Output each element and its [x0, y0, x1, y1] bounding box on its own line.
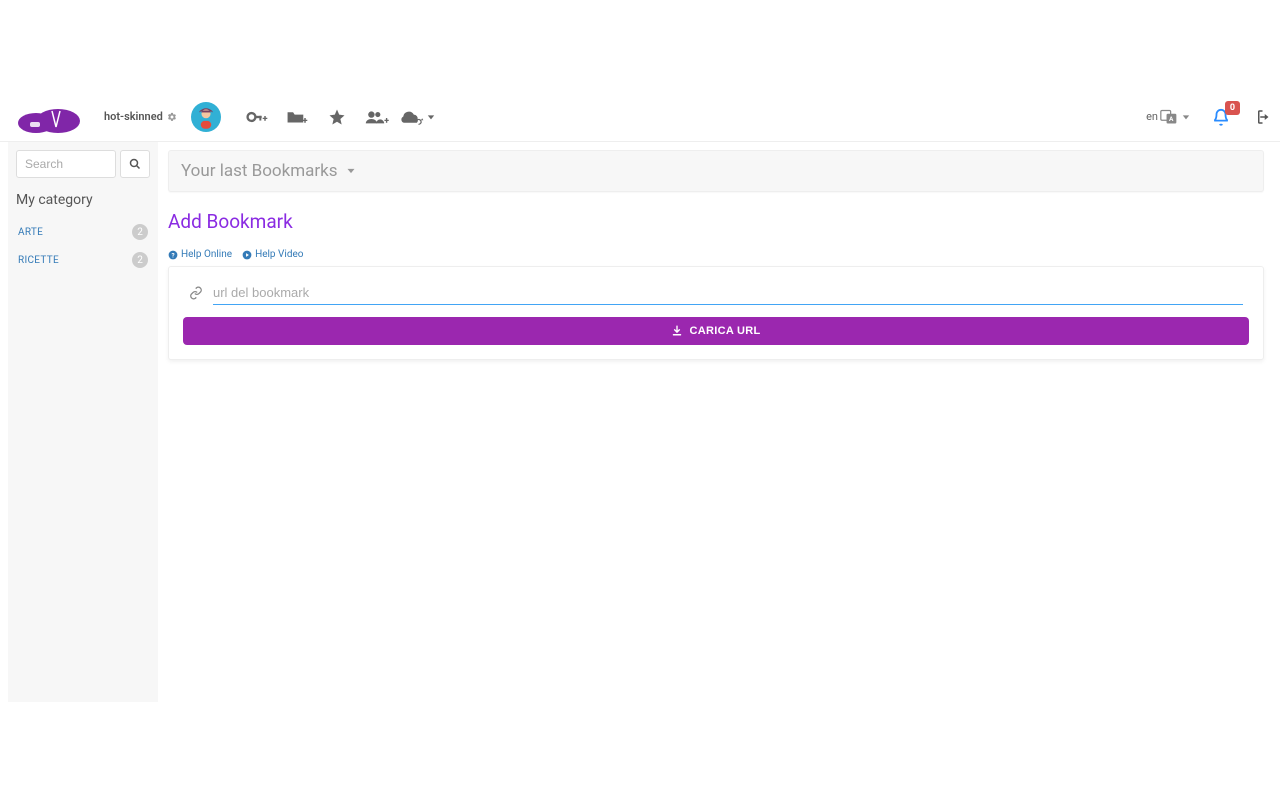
help-video-label: Help Video: [255, 249, 303, 260]
play-icon: [242, 250, 252, 260]
language-switcher[interactable]: en A: [1146, 109, 1192, 125]
category-item-ricette[interactable]: RICETTE 2: [16, 246, 150, 274]
search-input[interactable]: [16, 150, 116, 178]
chevron-down-icon: [344, 164, 358, 178]
search-icon: [129, 158, 141, 170]
load-url-label: CARICA URL: [689, 325, 760, 337]
load-url-button[interactable]: CARICA URL: [183, 317, 1249, 345]
svg-text:+: +: [384, 116, 389, 126]
svg-text:+: +: [302, 115, 307, 126]
bookmark-url-input[interactable]: [213, 281, 1243, 305]
logout-button[interactable]: [1252, 108, 1270, 126]
category-count: 2: [132, 252, 148, 268]
download-icon: [671, 325, 683, 337]
help-online-link[interactable]: ? Help Online: [168, 249, 232, 260]
add-group-icon[interactable]: +: [357, 108, 397, 126]
gear-icon: [167, 112, 177, 122]
sidebar-title: My category: [16, 192, 150, 208]
logo[interactable]: [16, 99, 86, 135]
svg-text:A: A: [1169, 115, 1174, 123]
add-folder-icon[interactable]: +: [277, 108, 317, 126]
panel-title-text: Your last Bookmarks: [181, 161, 338, 181]
top-navbar: hot-skinned + +: [0, 92, 1280, 142]
username-label: hot-skinned: [104, 110, 163, 123]
add-key-icon[interactable]: +: [237, 108, 277, 126]
avatar[interactable]: [191, 102, 221, 132]
search-button[interactable]: [120, 150, 150, 178]
notifications-button[interactable]: 0: [1212, 107, 1230, 127]
question-icon: ?: [168, 250, 178, 260]
svg-text:?: ?: [171, 251, 174, 259]
last-bookmarks-toggle[interactable]: Your last Bookmarks: [181, 161, 1251, 181]
username-menu[interactable]: hot-skinned: [104, 110, 177, 123]
help-video-link[interactable]: Help Video: [242, 249, 303, 260]
page-heading: Add Bookmark: [168, 210, 1264, 233]
help-online-label: Help Online: [181, 249, 232, 260]
sidebar: My category ARTE 2 RICETTE 2: [8, 142, 158, 702]
language-label: en: [1146, 110, 1158, 123]
category-item-arte[interactable]: ARTE 2: [16, 218, 150, 246]
category-label: ARTE: [18, 227, 43, 238]
svg-text:+: +: [262, 113, 267, 124]
category-count: 2: [132, 224, 148, 240]
cloud-sync-icon[interactable]: [397, 108, 437, 126]
star-icon[interactable]: [317, 108, 357, 126]
notification-count: 0: [1225, 101, 1240, 115]
link-icon: [189, 286, 203, 300]
category-label: RICETTE: [18, 255, 59, 266]
add-bookmark-card: CARICA URL: [168, 266, 1264, 360]
last-bookmarks-panel: Your last Bookmarks: [168, 150, 1264, 192]
main-content: Your last Bookmarks Add Bookmark ? Help …: [158, 142, 1280, 702]
